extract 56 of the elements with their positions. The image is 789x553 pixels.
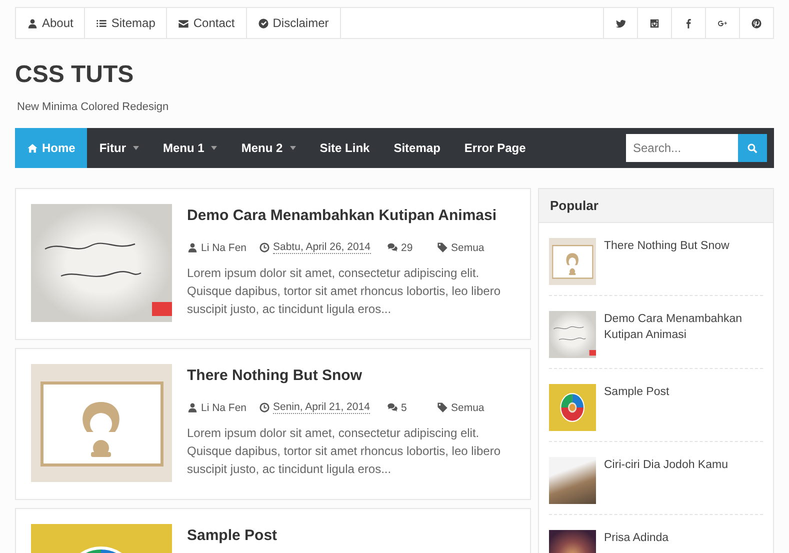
instagram-icon — [649, 18, 660, 28]
photo-placeholder — [549, 457, 596, 504]
post-title[interactable]: There Nothing But Snow — [187, 367, 515, 384]
home-icon — [27, 142, 38, 154]
nav-item[interactable]: Sitemap — [382, 128, 452, 168]
nav-item[interactable]: Site Link — [308, 128, 382, 168]
user-icon — [27, 18, 38, 28]
popular-post-link[interactable]: Demo Cara Menambahkan Kutipan Animasi — [604, 311, 763, 358]
post-label[interactable]: Semua — [451, 402, 484, 414]
post-date[interactable]: Sabtu, April 26, 2014 — [273, 241, 370, 254]
tag-icon — [437, 402, 448, 413]
post-excerpt: Lorem ipsum dolor sit amet, consectetur adipiscing elit. Quisque dapibus, tortor sit amet rhoncus lobortis, leo libero suscipit justo, ac tincidunt ligula eros... — [187, 425, 502, 478]
post-excerpt: Lorem ipsum dolor sit amet, consectetur adipiscing elit. Quisque dapibus, tortor sit amet rhoncus lobortis, leo libero suscipit justo, ac tincidunt ligula eros... — [187, 265, 502, 318]
nav-item[interactable]: Fitur — [87, 128, 152, 168]
quote-image — [549, 311, 596, 358]
post-author[interactable]: Li Na Fen — [201, 402, 247, 414]
popular-post-link[interactable]: Sample Post — [604, 384, 670, 431]
twitter-icon — [615, 18, 626, 28]
user-icon — [187, 402, 198, 413]
post-title[interactable]: Demo Cara Menambahkan Kutipan Animasi — [187, 207, 515, 224]
top-link[interactable]: Disclaimer — [246, 8, 341, 38]
tag-icon — [437, 242, 448, 253]
pie-wheel-image — [549, 384, 596, 431]
comments-icon — [387, 402, 398, 413]
user-icon — [187, 242, 198, 253]
post-label[interactable]: Semua — [451, 242, 484, 254]
post-date[interactable]: Senin, April 21, 2014 — [273, 401, 370, 414]
widget-title: Popular — [539, 189, 773, 223]
popular-post-link[interactable]: Ciri-ciri Dia Jodoh Kamu — [604, 457, 728, 504]
search-field[interactable]: Search... — [626, 134, 738, 162]
nav-item[interactable]: Menu 2 — [229, 128, 308, 168]
pinterest-icon — [751, 18, 762, 28]
comment-count[interactable]: 29 — [401, 242, 413, 254]
clock-icon — [259, 242, 270, 253]
top-link[interactable]: About — [16, 8, 86, 38]
nav-item[interactable]: Menu 1 — [151, 128, 230, 168]
list-icon — [96, 18, 108, 28]
envelope-icon — [178, 18, 190, 28]
caret-icon — [211, 146, 218, 150]
popular-post-link[interactable]: There Nothing But Snow — [604, 238, 730, 285]
post-title[interactable]: Sample Post — [187, 527, 278, 544]
search-button[interactable] — [738, 134, 767, 162]
site-title[interactable]: CSS TUTS — [15, 61, 774, 89]
comments-icon — [387, 242, 398, 253]
top-link[interactable]: Contact — [167, 8, 247, 38]
nav-item[interactable]: Error Page — [452, 128, 538, 168]
caret-icon — [133, 146, 140, 150]
caret-icon — [290, 146, 296, 150]
top-link[interactable]: Sitemap — [85, 8, 168, 38]
site-tagline: New Minima Colored Redesign — [17, 101, 170, 113]
comment-count[interactable]: 5 — [401, 402, 407, 414]
popular-post-link[interactable]: Prisa Adinda — [604, 530, 669, 553]
search-icon — [747, 142, 758, 154]
post-author[interactable]: Li Na Fen — [201, 242, 247, 254]
clock-icon — [259, 402, 270, 413]
cartoon-image — [549, 238, 596, 285]
